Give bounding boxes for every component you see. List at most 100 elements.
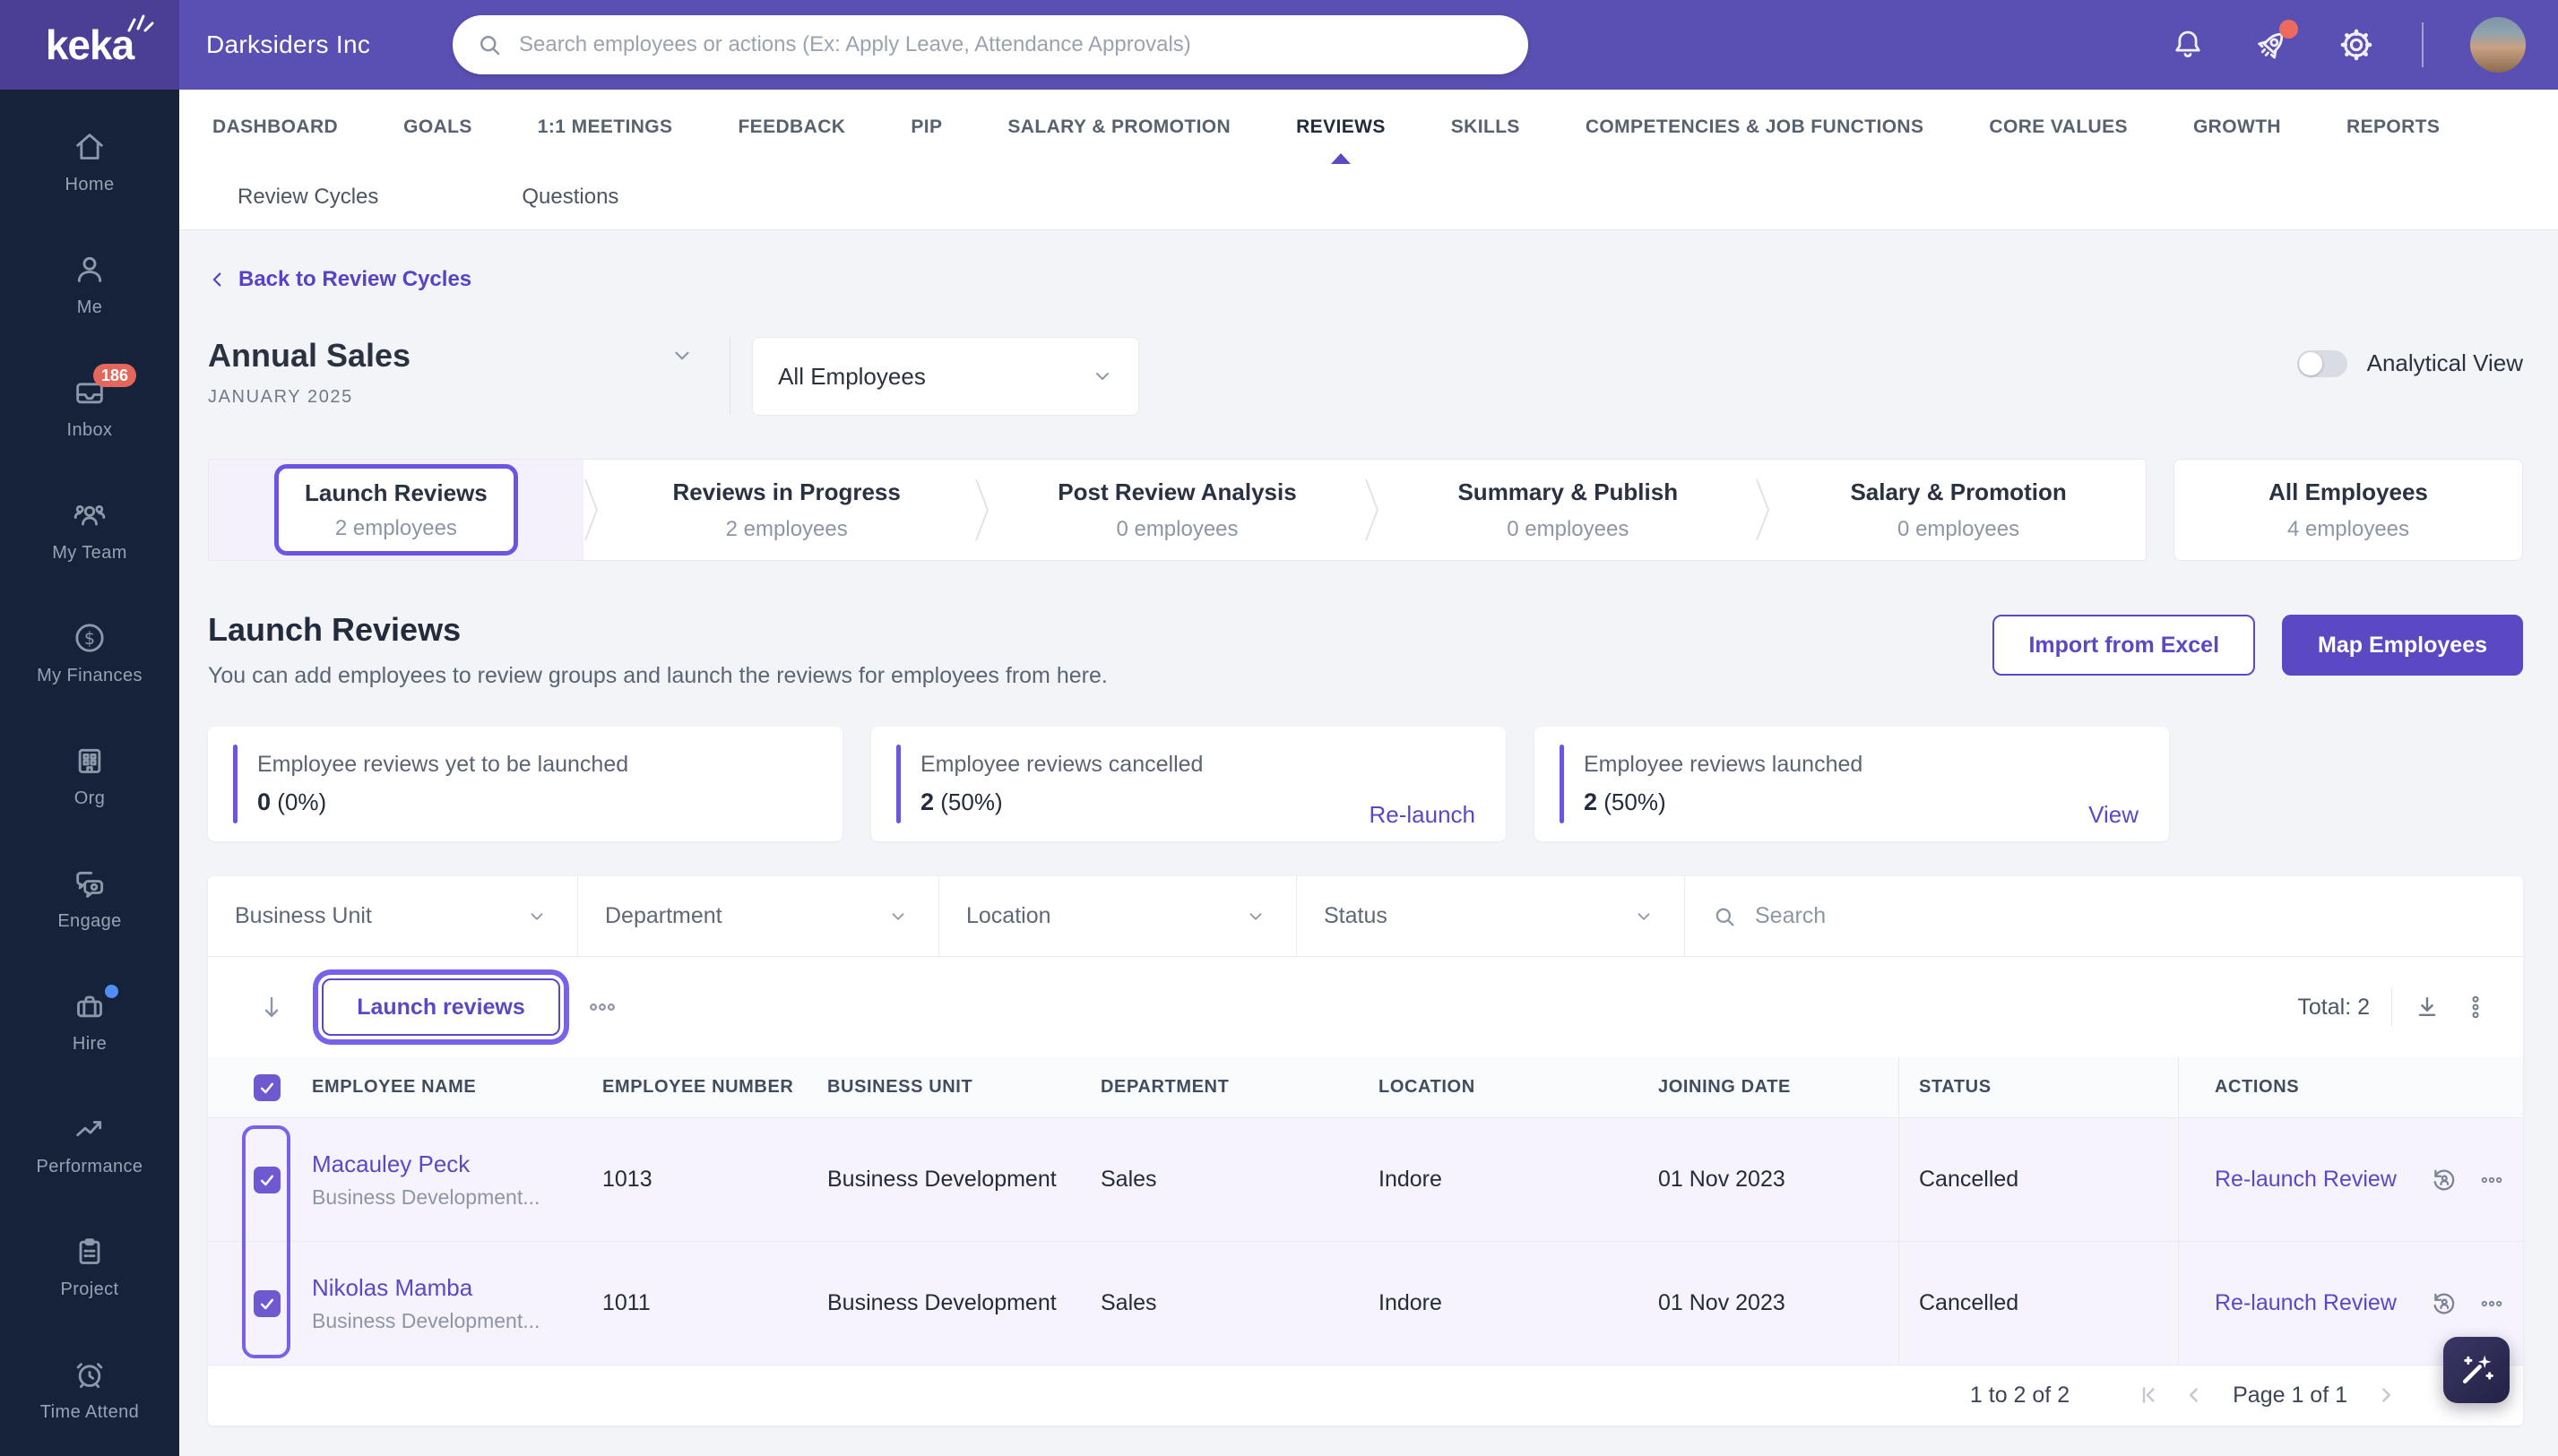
tab-salary-promotion[interactable]: SALARY & PROMOTION	[1007, 90, 1231, 164]
sidebar-item-label: My Team	[52, 542, 127, 563]
tab-goals[interactable]: GOALS	[403, 90, 472, 164]
tab-feedback[interactable]: FEEDBACK	[738, 90, 845, 164]
table-row: Nikolas Mamba Business Development... 10…	[208, 1242, 2523, 1366]
chevron-down-icon	[1638, 912, 1650, 920]
tab-reviews[interactable]: REVIEWS	[1296, 90, 1386, 164]
step-label: Post Review Analysis	[1058, 478, 1297, 505]
tab-growth[interactable]: GROWTH	[2193, 90, 2281, 164]
employee-group-dropdown[interactable]: All Employees	[752, 337, 1140, 416]
tab-pip[interactable]: PIP	[911, 90, 942, 164]
employee-name-link[interactable]: Macauley Peck	[312, 1150, 470, 1178]
back-link[interactable]: Back to Review Cycles	[208, 267, 471, 292]
launch-reviews-button[interactable]: Launch reviews	[322, 978, 560, 1036]
all-employees-card[interactable]: All Employees 4 employees	[2173, 459, 2523, 561]
row-checkbox[interactable]	[254, 1289, 281, 1317]
filter-label: Status	[1324, 903, 1387, 928]
tab-1-1-meetings[interactable]: 1:1 MEETINGS	[538, 90, 673, 164]
page-content: Back to Review Cycles Annual Sales JANUA…	[179, 231, 2558, 1456]
sidebar-item-time-attend[interactable]: Time Attend	[0, 1328, 179, 1451]
first-page-icon[interactable]	[2138, 1383, 2161, 1407]
relaunch-review-link[interactable]: Re-launch Review	[2215, 1290, 2397, 1316]
view-link[interactable]: View	[2088, 801, 2139, 829]
chevron-down-icon	[1249, 912, 1262, 920]
global-search[interactable]	[453, 15, 1528, 74]
tab-competencies[interactable]: COMPETENCIES & JOB FUNCTIONS	[1586, 90, 1924, 164]
ai-assistant-button[interactable]	[2443, 1337, 2510, 1403]
step-launch-reviews[interactable]: Launch Reviews 2 employees	[209, 460, 583, 560]
table-toolbar: Launch reviews Total: 2	[208, 957, 2523, 1057]
next-page-icon[interactable]	[2374, 1383, 2398, 1407]
settings-button[interactable]	[2338, 26, 2375, 64]
person-icon	[77, 256, 102, 282]
section-description: You can add employees to review groups a…	[208, 663, 1108, 688]
relaunch-review-link[interactable]: Re-launch Review	[2215, 1167, 2397, 1193]
stat-value: 0	[257, 788, 272, 815]
tab-reports[interactable]: REPORTS	[2346, 90, 2440, 164]
sidebar-item-home[interactable]: Home	[0, 100, 179, 223]
subtab-review-cycles[interactable]: Review Cycles	[238, 185, 378, 210]
department-filter[interactable]: Department	[578, 876, 939, 956]
stat-card-yet-to-launch: Employee reviews yet to be launched 0 (0…	[208, 727, 843, 841]
step-reviews-in-progress[interactable]: Reviews in Progress 2 employees	[600, 460, 974, 560]
sidebar-item-me[interactable]: Me	[0, 223, 179, 346]
select-all-checkbox[interactable]	[254, 1073, 281, 1101]
user-avatar[interactable]	[2470, 17, 2526, 73]
tab-dashboard[interactable]: DASHBOARD	[212, 90, 338, 164]
keka-logo[interactable]: keka	[0, 0, 179, 90]
row-menu-icon[interactable]	[2479, 1167, 2504, 1193]
whats-new-button[interactable]	[2253, 20, 2298, 64]
location-filter[interactable]: Location	[939, 876, 1297, 956]
previous-page-icon[interactable]	[2182, 1383, 2206, 1407]
stat-percent: (50%)	[1603, 788, 1666, 815]
department: Sales	[1101, 1290, 1157, 1315]
status-filter[interactable]: Status	[1297, 876, 1685, 956]
stat-label: Employee reviews yet to be launched	[257, 752, 629, 777]
sidebar-item-my-finances[interactable]: $ My Finances	[0, 591, 179, 714]
step-count: 2 employees	[334, 515, 457, 540]
more-actions-icon[interactable]	[587, 992, 618, 1022]
step-summary-publish[interactable]: Summary & Publish 0 employees	[1380, 460, 1755, 560]
import-from-excel-button[interactable]: Import from Excel	[1992, 615, 2256, 676]
table-search-input[interactable]	[1755, 903, 2496, 929]
joining-date: 01 Nov 2023	[1658, 1167, 1785, 1192]
location: Indore	[1378, 1290, 1442, 1315]
magic-wand-icon	[2462, 1355, 2493, 1384]
employee-number: 1011	[602, 1290, 651, 1315]
analytical-view-toggle[interactable]	[2296, 349, 2347, 377]
notifications-button[interactable]	[2169, 26, 2207, 64]
business-unit-filter[interactable]: Business Unit	[208, 876, 578, 956]
sidebar-item-project[interactable]: Project	[0, 1205, 179, 1328]
step-post-review-analysis[interactable]: Post Review Analysis 0 employees	[990, 460, 1365, 560]
sidebar-item-org[interactable]: Org	[0, 714, 179, 837]
table-row: Macauley Peck Business Development... 10…	[208, 1118, 2523, 1242]
employee-subtitle: Business Development...	[312, 1185, 540, 1209]
row-menu-icon[interactable]	[2479, 1291, 2504, 1316]
stat-value: 2	[920, 788, 935, 815]
project-icon	[79, 1237, 100, 1264]
cycle-dropdown-chevron-icon[interactable]	[670, 344, 694, 367]
cycle-period: JANUARY 2025	[208, 387, 353, 407]
global-search-input[interactable]	[519, 32, 1505, 57]
sort-down-icon[interactable]	[257, 993, 286, 1021]
sidebar-item-inbox[interactable]: 186 Inbox	[0, 346, 179, 469]
sidebar-item-hire[interactable]: Hire	[0, 960, 179, 1082]
subtab-questions[interactable]: Questions	[522, 185, 618, 210]
table-search[interactable]	[1685, 876, 2523, 956]
row-checkbox[interactable]	[254, 1166, 281, 1193]
kebab-menu-icon[interactable]	[2462, 994, 2489, 1021]
tab-core-values[interactable]: CORE VALUES	[1989, 90, 2128, 164]
history-icon[interactable]	[2429, 1288, 2459, 1319]
sidebar-item-my-team[interactable]: My Team	[0, 469, 179, 591]
status-value: Cancelled	[1898, 1242, 2178, 1365]
pipeline-steps: Launch Reviews 2 employees Reviews in Pr…	[208, 459, 2147, 561]
step-salary-promotion[interactable]: Salary & Promotion 0 employees	[1771, 460, 2146, 560]
tab-skills[interactable]: SKILLS	[1451, 90, 1520, 164]
map-employees-button[interactable]: Map Employees	[2282, 615, 2523, 676]
sidebar-item-engage[interactable]: Engage	[0, 837, 179, 960]
download-icon[interactable]	[2414, 994, 2441, 1021]
history-icon[interactable]	[2429, 1165, 2459, 1195]
sidebar-item-performance[interactable]: Performance	[0, 1082, 179, 1205]
sidebar: keka Home Me 186 Inbox My Team $ My Fina…	[0, 0, 179, 1456]
employee-name-link[interactable]: Nikolas Mamba	[312, 1274, 472, 1302]
relaunch-link[interactable]: Re-launch	[1369, 801, 1475, 829]
